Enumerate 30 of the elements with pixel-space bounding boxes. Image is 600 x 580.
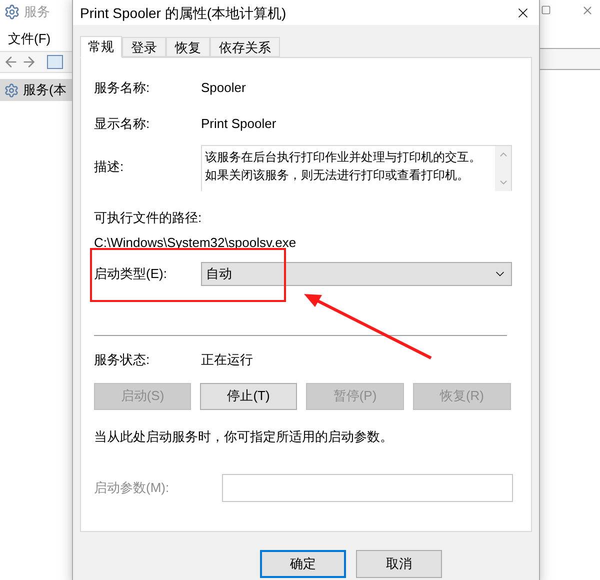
field-label: 启动类型(E):: [94, 265, 168, 284]
dialog-button[interactable]: 确定: [260, 550, 346, 578]
back-icon[interactable]: [3, 54, 19, 70]
field-label: 显示名称:: [94, 114, 151, 132]
tab[interactable]: 登录: [122, 37, 166, 57]
service-control-button[interactable]: 停止(T): [200, 382, 297, 410]
field-label: 描述:: [94, 158, 125, 176]
menu-item[interactable]: 文件(F): [8, 29, 51, 49]
start-parameters-hint: 当从此处启动服务时，你可指定所适用的启动参数。: [94, 428, 393, 446]
executable-path: C:\Windows\System32\spoolsv.exe: [94, 234, 296, 252]
maximize-icon[interactable]: [541, 5, 551, 15]
tab[interactable]: 恢复: [166, 37, 210, 57]
console-icon[interactable]: [47, 55, 63, 69]
field-label: 启动参数(M):: [94, 479, 170, 498]
startup-type-dropdown[interactable]: 自动: [201, 262, 512, 286]
description-box[interactable]: 该服务在后台执行打印作业并处理与打印机的交互。如果关闭该服务，则无法进行打印或查看打印机。: [201, 145, 512, 191]
dialog-title: Print Spooler 的属性(本地计算机): [80, 4, 286, 23]
service-status-value: 正在运行: [201, 351, 253, 369]
dialog-button[interactable]: 取消: [356, 550, 442, 578]
field-label: 可执行文件的路径:: [94, 209, 202, 227]
window-title: 服务: [24, 3, 50, 22]
gear-icon: [4, 4, 20, 20]
tab[interactable]: 依存关系: [210, 37, 280, 57]
display-name-value: Print Spooler: [201, 114, 276, 133]
tab[interactable]: 常规: [80, 36, 122, 58]
field-label: 服务名称:: [94, 79, 151, 97]
field-label: 服务状态:: [94, 351, 151, 369]
gear-icon: [4, 82, 19, 98]
service-name-value: Spooler: [201, 79, 246, 97]
forward-icon[interactable]: [21, 54, 37, 70]
